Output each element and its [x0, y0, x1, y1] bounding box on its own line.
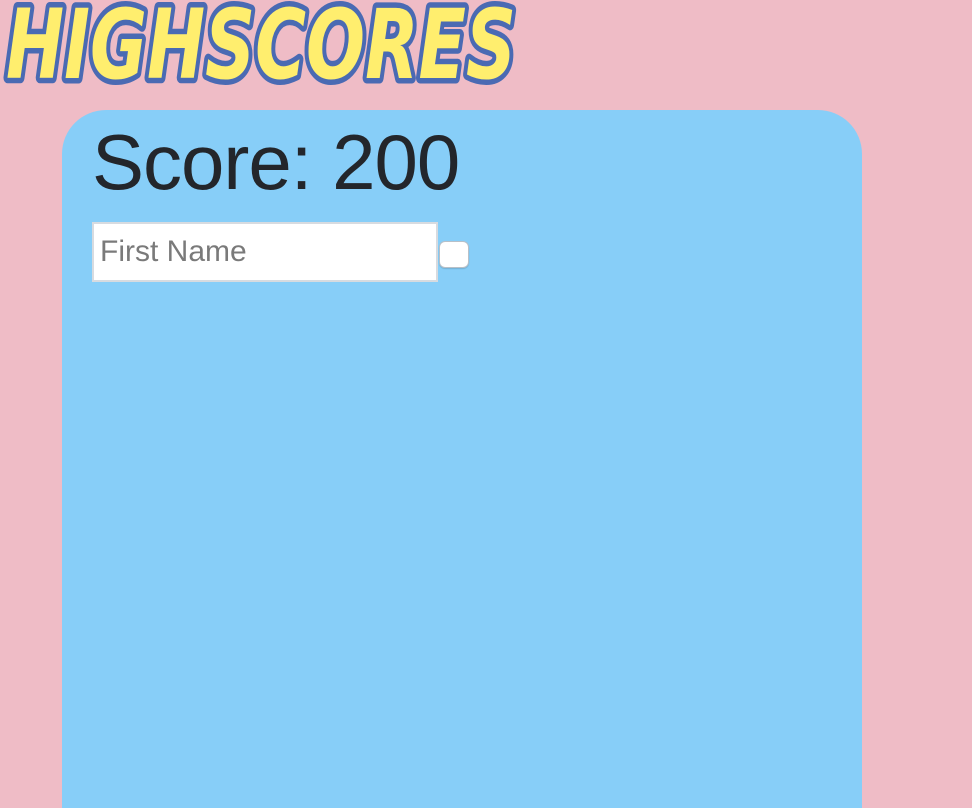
highscores-logo-art: HIGHSCORES	[1, 0, 522, 96]
first-name-input[interactable]	[92, 222, 438, 282]
logo-text: HIGHSCORES	[6, 0, 516, 96]
score-value: 200	[332, 118, 460, 206]
submit-button[interactable]	[439, 241, 469, 268]
logo-lettering: HIGHSCORES	[1, 0, 522, 96]
score-label: Score:	[92, 118, 312, 206]
score-heading: Score: 200	[92, 118, 460, 206]
highscores-logo: HIGHSCORES	[0, 0, 540, 96]
score-panel: Score: 200	[62, 110, 862, 808]
